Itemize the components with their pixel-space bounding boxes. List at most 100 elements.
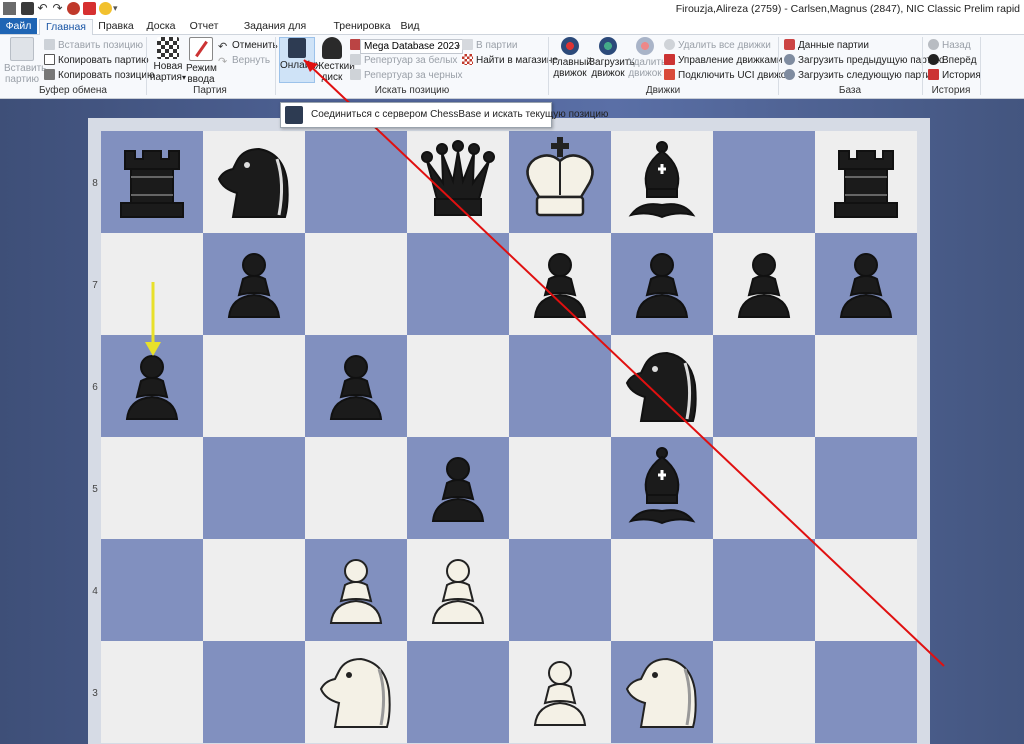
- black-pawn-c6[interactable]: [305, 335, 407, 437]
- square-h4[interactable]: [815, 539, 917, 641]
- square-c7[interactable]: [305, 233, 407, 335]
- black-bishop-f5[interactable]: [611, 437, 713, 539]
- tab-analysis-tasks[interactable]: Задания для анализа: [229, 19, 321, 46]
- square-g8[interactable]: [713, 131, 815, 233]
- engine-icon[interactable]: [67, 2, 80, 15]
- square-a3[interactable]: [101, 641, 203, 743]
- remove-all-label: Удалить все движки: [678, 40, 771, 51]
- square-g5[interactable]: [713, 437, 815, 539]
- game-group-label: Партия: [193, 85, 227, 96]
- black-knight-f6[interactable]: [611, 335, 713, 437]
- new-game-button[interactable]: Новая партия▾: [150, 37, 186, 83]
- square-b5[interactable]: [203, 437, 305, 539]
- black-pawn-h7[interactable]: [815, 233, 917, 335]
- undo-icon[interactable]: ↶: [36, 2, 49, 15]
- black-knight-b8[interactable]: [203, 131, 305, 233]
- next-icon: [784, 69, 795, 80]
- load-previous-game-button[interactable]: Загрузить предыдущую партию: [784, 54, 944, 68]
- search-in-games-button[interactable]: В партии: [462, 39, 518, 53]
- black-pawn-b7[interactable]: [203, 233, 305, 335]
- repertoire-black-button[interactable]: Репертуар за черных: [350, 69, 463, 83]
- square-e5[interactable]: [509, 437, 611, 539]
- square-e4[interactable]: [509, 539, 611, 641]
- white-pawn-d4[interactable]: [407, 539, 509, 641]
- star-icon[interactable]: [99, 2, 112, 15]
- hard-disk-search-button[interactable]: Жесткий диск: [315, 37, 355, 83]
- repertoire-white-button[interactable]: Репертуар за белых: [350, 54, 457, 68]
- square-h3[interactable]: [815, 641, 917, 743]
- square-e6[interactable]: [509, 335, 611, 437]
- square-d7[interactable]: [407, 233, 509, 335]
- tab-board[interactable]: Доска: [141, 19, 181, 34]
- square-c5[interactable]: [305, 437, 407, 539]
- manage-engines-button[interactable]: Управление движками: [664, 54, 782, 68]
- load-engine-button[interactable]: Загрузить движок: [589, 37, 635, 79]
- square-d3[interactable]: [407, 641, 509, 743]
- black-pawn-g7[interactable]: [713, 233, 815, 335]
- remove-engine-button[interactable]: Удалить движок: [628, 37, 666, 79]
- remove-all-engines-button[interactable]: Удалить все движки: [664, 39, 771, 53]
- chess-board[interactable]: [101, 131, 917, 744]
- save-icon[interactable]: [21, 2, 34, 15]
- main-engine-button[interactable]: Главный движок: [552, 37, 592, 79]
- black-pawn-d5[interactable]: [407, 437, 509, 539]
- black-rook-h8[interactable]: [815, 131, 917, 233]
- undo-button[interactable]: ↶ Отменить: [218, 39, 278, 53]
- white-pawn-e3[interactable]: [509, 641, 611, 743]
- square-g3[interactable]: [713, 641, 815, 743]
- window-title: Firouzja,Alireza (2759) - Carlsen,Magnus…: [675, 3, 1020, 15]
- back-icon: [928, 39, 939, 50]
- paste-icon: [44, 39, 55, 50]
- square-a5[interactable]: [101, 437, 203, 539]
- online-search-button[interactable]: Онлайн: [279, 37, 316, 83]
- copy-board-icon: [44, 69, 55, 80]
- copy-game-button[interactable]: Копировать партию: [44, 54, 149, 68]
- load-next-game-button[interactable]: Загрузить следующую партию: [784, 69, 939, 83]
- square-h5[interactable]: [815, 437, 917, 539]
- white-knight-f3[interactable]: [611, 641, 713, 743]
- black-pawn-f7[interactable]: [611, 233, 713, 335]
- app-menu-icon[interactable]: [3, 2, 16, 15]
- square-b4[interactable]: [203, 539, 305, 641]
- white-king-e8[interactable]: [509, 131, 611, 233]
- engine-icon: [561, 37, 579, 55]
- copy-position-button[interactable]: Копировать позицию: [44, 69, 154, 83]
- square-b3[interactable]: [203, 641, 305, 743]
- tab-training[interactable]: Тренировка: [329, 19, 395, 34]
- square-g4[interactable]: [713, 539, 815, 641]
- connect-uci-button[interactable]: Подключить UCI движок: [664, 69, 791, 83]
- tab-home[interactable]: Главная: [39, 19, 93, 35]
- history-button[interactable]: История: [928, 69, 981, 83]
- black-queen-d8[interactable]: [407, 131, 509, 233]
- tool-icon[interactable]: [83, 2, 96, 15]
- tab-view[interactable]: Вид: [397, 19, 423, 34]
- game-data-button[interactable]: Данные партии: [784, 39, 869, 53]
- database-select[interactable]: Mega Database 2023 ▾: [360, 39, 463, 54]
- square-b6[interactable]: [203, 335, 305, 437]
- redo-button[interactable]: ↷ Вернуть: [218, 54, 270, 68]
- square-d6[interactable]: [407, 335, 509, 437]
- customize-qat-icon[interactable]: ▾: [113, 2, 126, 15]
- black-bishop-f8[interactable]: [611, 131, 713, 233]
- white-knight-c3[interactable]: [305, 641, 407, 743]
- forward-button[interactable]: Вперёд: [928, 54, 977, 68]
- square-f4[interactable]: [611, 539, 713, 641]
- white-pawn-c4[interactable]: [305, 539, 407, 641]
- manage-engines-label: Управление движками: [678, 55, 783, 66]
- black-pawn-e7[interactable]: [509, 233, 611, 335]
- tab-report[interactable]: Отчет: [185, 19, 223, 34]
- back-button[interactable]: Назад: [928, 39, 971, 53]
- input-mode-button[interactable]: Режим ввода: [186, 37, 217, 85]
- paste-position-button[interactable]: Вставить позицию: [44, 39, 143, 53]
- tab-edit[interactable]: Правка: [97, 19, 135, 34]
- square-g6[interactable]: [713, 335, 815, 437]
- tab-file[interactable]: Файл: [0, 18, 37, 34]
- paste-game-button[interactable]: Вставить партию: [4, 37, 46, 85]
- square-c8[interactable]: [305, 131, 407, 233]
- square-h6[interactable]: [815, 335, 917, 437]
- black-rook-a8[interactable]: [101, 131, 203, 233]
- find-in-shop-button[interactable]: Найти в магазине: [462, 54, 558, 68]
- square-a4[interactable]: [101, 539, 203, 641]
- clipboard-group-label: Буфер обмена: [39, 85, 107, 96]
- redo-icon[interactable]: ↷: [51, 2, 64, 15]
